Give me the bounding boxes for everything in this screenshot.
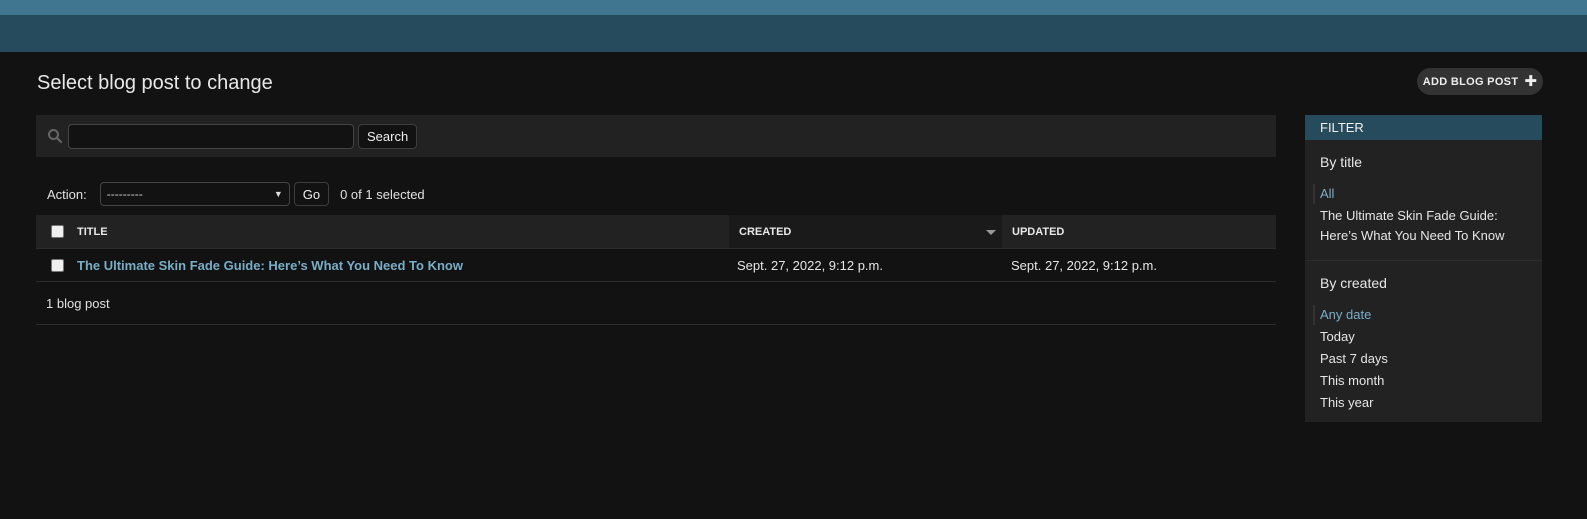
- row-updated-cell: Sept. 27, 2022, 9:12 p.m.: [1011, 257, 1157, 273]
- search-icon: [47, 128, 63, 144]
- search-toolbar: Search: [36, 115, 1276, 157]
- sort-descending-icon[interactable]: [986, 230, 996, 235]
- column-header-title[interactable]: TITLE: [77, 215, 729, 248]
- plus-icon: ✚: [1524, 73, 1538, 90]
- filter-panel: FILTER By title All The Ultimate Skin Fa…: [1305, 115, 1542, 422]
- row-title-link[interactable]: The Ultimate Skin Fade Guide: Here’s Wha…: [77, 258, 463, 273]
- go-button[interactable]: Go: [293, 182, 330, 206]
- filter-by-title-list: All The Ultimate Skin Fade Guide: Here’s…: [1305, 170, 1542, 246]
- column-header-updated[interactable]: UPDATED: [1002, 215, 1276, 248]
- filter-created-option-this-year[interactable]: This year: [1320, 393, 1527, 413]
- filter-title-option-post[interactable]: The Ultimate Skin Fade Guide: Here’s Wha…: [1320, 206, 1527, 246]
- row-title-cell: The Ultimate Skin Fade Guide: Here’s Wha…: [77, 258, 729, 273]
- row-checkbox-cell: [36, 258, 77, 272]
- actions-bar: Action: --------- ▼ Go 0 of 1 selected: [47, 182, 425, 206]
- filter-header: FILTER: [1305, 115, 1542, 140]
- selected-count: 0 of 1 selected: [340, 186, 425, 202]
- search-button[interactable]: Search: [358, 123, 418, 149]
- select-all-checkbox[interactable]: [51, 225, 64, 238]
- filter-created-option-any-date[interactable]: Any date: [1313, 305, 1527, 325]
- select-all-cell: [36, 215, 77, 248]
- header-bar: [0, 15, 1587, 52]
- filter-title-option-all[interactable]: All: [1313, 184, 1527, 204]
- chevron-down-icon: ▼: [273, 189, 283, 199]
- action-label: Action:: [47, 186, 87, 202]
- filter-created-option-today[interactable]: Today: [1320, 327, 1527, 347]
- filter-created-option-this-month[interactable]: This month: [1320, 371, 1527, 391]
- add-blog-post-button[interactable]: ADD BLOG POST ✚: [1417, 68, 1543, 95]
- filter-by-created-heading: By created: [1320, 275, 1387, 291]
- row-checkbox[interactable]: [51, 258, 64, 272]
- filter-by-title-heading: By title: [1320, 154, 1363, 170]
- add-blog-post-label: ADD BLOG POST: [1422, 75, 1519, 88]
- page-title: Select blog post to change: [37, 72, 273, 94]
- result-count: 1 blog post: [36, 282, 1276, 325]
- row-created-cell: Sept. 27, 2022, 9:12 p.m.: [737, 257, 883, 273]
- results-table: TITLE CREATED UPDATED The Ultimate Skin …: [36, 215, 1276, 325]
- filter-created-option-past-7-days[interactable]: Past 7 days: [1320, 349, 1527, 369]
- action-selected-option: ---------: [106, 187, 143, 201]
- action-select[interactable]: --------- ▼: [99, 182, 290, 206]
- table-row: The Ultimate Skin Fade Guide: Here’s Wha…: [36, 249, 1276, 282]
- top-strip: [0, 0, 1587, 15]
- column-header-created-label: CREATED: [739, 225, 792, 238]
- filter-by-created-list: Any date Today Past 7 days This month Th…: [1305, 291, 1542, 413]
- column-header-created[interactable]: CREATED: [729, 215, 1002, 248]
- table-header: TITLE CREATED UPDATED: [36, 215, 1276, 249]
- search-input[interactable]: [68, 123, 354, 149]
